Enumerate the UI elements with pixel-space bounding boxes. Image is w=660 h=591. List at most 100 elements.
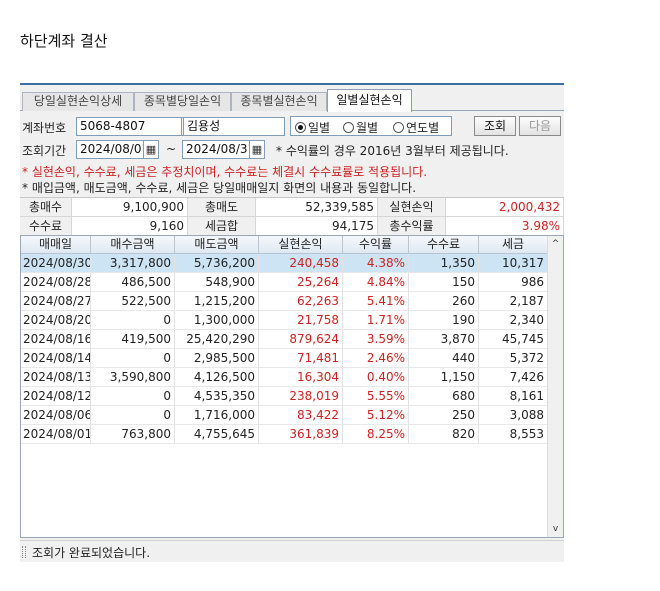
total-return-label: 총수익률: [378, 217, 446, 236]
tab-stock-realized-pnl[interactable]: 종목별실현손익: [231, 92, 327, 111]
search-button[interactable]: 조회: [474, 116, 516, 136]
fee-value: 9,160: [72, 217, 188, 236]
cell-date: 2024/08/30: [21, 254, 91, 273]
cell-date: 2024/08/13: [21, 368, 91, 387]
tab-stock-daily-pnl[interactable]: 종목별당일손익: [134, 92, 231, 111]
cell-realized-pnl: 21,758: [259, 311, 343, 330]
chevron-up-icon[interactable]: ^: [548, 236, 563, 252]
cell-return-rate: 0.40%: [343, 368, 409, 387]
table-row[interactable]: 2024/08/14 0 2,985,500 71,481 2.46% 440 5,372: [21, 349, 548, 368]
account-row: 계좌번호 5068-4807 ▼ 김용성 일별 월별 연도별 조회 다음: [20, 116, 564, 138]
table-header: 매매일 매수금액 매도금액 실현손익 수익률 수수료 세금: [21, 236, 548, 254]
cell-realized-pnl: 238,019: [259, 387, 343, 406]
tab-daily-realized-detail[interactable]: 당일실현손익상세: [22, 92, 134, 111]
cell-return-rate: 3.59%: [343, 330, 409, 349]
tab-daily-realized-pnl[interactable]: 일별실현손익: [327, 89, 412, 112]
date-from-input[interactable]: 2024/08/01: [76, 140, 144, 159]
radio-unchecked-icon: [393, 122, 404, 133]
next-button[interactable]: 다음: [519, 116, 561, 136]
cell-date: 2024/08/12: [21, 387, 91, 406]
cell-sell-amount: 2,985,500: [175, 349, 259, 368]
col-header-fee[interactable]: 수수료: [409, 236, 479, 254]
realized-pnl-value: 2,000,432: [446, 198, 564, 217]
col-header-buy[interactable]: 매수금액: [91, 236, 175, 254]
table-row[interactable]: 2024/08/27 522,500 1,215,200 62,263 5.41% 260…: [21, 292, 548, 311]
date-to-input[interactable]: 2024/08/31: [182, 140, 250, 159]
col-header-return[interactable]: 수익률: [343, 236, 409, 254]
cell-fee: 250: [409, 406, 479, 425]
tab-bar: 당일실현손익상세 종목별당일손익 종목별실현손익 일별실현손익: [20, 89, 564, 112]
estimate-warning: * 실현손익, 수수료, 세금은 추정치이며, 수수료는 체결시 수수료률로 적…: [22, 165, 428, 179]
cell-buy-amount: 419,500: [91, 330, 175, 349]
table-row[interactable]: 2024/08/30 3,317,800 5,736,200 240,458 4.38%…: [21, 254, 548, 273]
total-return-value: 3.98%: [446, 217, 564, 236]
radio-daily[interactable]: 일별: [295, 119, 330, 136]
cell-tax: 5,372: [479, 349, 548, 368]
table-row[interactable]: 2024/08/01 763,800 4,755,645 361,839 8.25% 82…: [21, 425, 548, 444]
cell-buy-amount: 0: [91, 349, 175, 368]
total-sell-label: 총매도: [188, 198, 256, 217]
realized-pnl-label: 실현손익: [378, 198, 446, 217]
cell-sell-amount: 1,300,000: [175, 311, 259, 330]
tax-value: 94,175: [256, 217, 378, 236]
cell-fee: 1,350: [409, 254, 479, 273]
cell-fee: 820: [409, 425, 479, 444]
calendar-icon[interactable]: ▦: [144, 140, 159, 159]
cell-sell-amount: 4,535,350: [175, 387, 259, 406]
cell-sell-amount: 5,736,200: [175, 254, 259, 273]
tax-label: 세금합: [188, 217, 256, 236]
account-label: 계좌번호: [22, 121, 67, 135]
page-title: 하단계좌 결산: [20, 32, 108, 50]
table-row[interactable]: 2024/08/16 419,500 25,420,290 879,624 3.59% 3…: [21, 330, 548, 349]
status-text: 조회가 완료되었습니다.: [32, 546, 151, 560]
chevron-down-icon[interactable]: v: [548, 521, 563, 537]
total-buy-value: 9,100,900: [72, 198, 188, 217]
summary-panel: 총매수 9,100,900 총매도 52,339,585 실현손익 2,000,…: [20, 197, 564, 236]
cell-fee: 190: [409, 311, 479, 330]
table-row[interactable]: 2024/08/13 3,590,800 4,126,500 16,304 0.40% 1…: [21, 368, 548, 387]
calendar-icon[interactable]: ▦: [250, 140, 265, 159]
cell-realized-pnl: 16,304: [259, 368, 343, 387]
col-header-tax[interactable]: 세금: [479, 236, 548, 254]
cell-realized-pnl: 25,264: [259, 273, 343, 292]
cell-fee: 150: [409, 273, 479, 292]
radio-yearly[interactable]: 연도별: [393, 119, 439, 136]
table-row[interactable]: 2024/08/12 0 4,535,350 238,019 5.55% 680 8,161: [21, 387, 548, 406]
cell-tax: 8,161: [479, 387, 548, 406]
cell-sell-amount: 25,420,290: [175, 330, 259, 349]
cell-date: 2024/08/28: [21, 273, 91, 292]
trading-window: 당일실현손익상세 종목별당일손익 종목별실현손익 일별실현손익 계좌번호 506…: [20, 83, 564, 562]
table-row[interactable]: 2024/08/20 0 1,300,000 21,758 1.71% 190 2,340: [21, 311, 548, 330]
grip-icon: [22, 546, 26, 558]
cell-sell-amount: 4,126,500: [175, 368, 259, 387]
cell-realized-pnl: 71,481: [259, 349, 343, 368]
fee-label: 수수료: [20, 217, 72, 236]
table-row[interactable]: 2024/08/28 486,500 548,900 25,264 4.84% 150 98…: [21, 273, 548, 292]
cell-tax: 45,745: [479, 330, 548, 349]
radio-monthly[interactable]: 월별: [343, 119, 378, 136]
cell-return-rate: 5.41%: [343, 292, 409, 311]
account-number-select[interactable]: 5068-4807: [76, 117, 182, 136]
cell-fee: 260: [409, 292, 479, 311]
cell-sell-amount: 1,716,000: [175, 406, 259, 425]
cell-return-rate: 1.71%: [343, 311, 409, 330]
table-row[interactable]: 2024/08/06 0 1,716,000 83,422 5.12% 250 3,088: [21, 406, 548, 425]
cell-buy-amount: 0: [91, 311, 175, 330]
cell-tax: 2,187: [479, 292, 548, 311]
cell-return-rate: 4.84%: [343, 273, 409, 292]
col-header-realized[interactable]: 실현손익: [259, 236, 343, 254]
radio-unchecked-icon: [343, 122, 354, 133]
cell-date: 2024/08/01: [21, 425, 91, 444]
cell-realized-pnl: 83,422: [259, 406, 343, 425]
cell-buy-amount: 3,590,800: [91, 368, 175, 387]
col-header-date[interactable]: 매매일: [21, 236, 91, 254]
total-sell-value: 52,339,585: [256, 198, 378, 217]
cell-realized-pnl: 240,458: [259, 254, 343, 273]
vertical-scrollbar[interactable]: ^ v: [547, 236, 563, 537]
cell-fee: 440: [409, 349, 479, 368]
col-header-sell[interactable]: 매도금액: [175, 236, 259, 254]
cell-tax: 2,340: [479, 311, 548, 330]
cell-return-rate: 5.12%: [343, 406, 409, 425]
cell-date: 2024/08/16: [21, 330, 91, 349]
cell-buy-amount: 0: [91, 387, 175, 406]
